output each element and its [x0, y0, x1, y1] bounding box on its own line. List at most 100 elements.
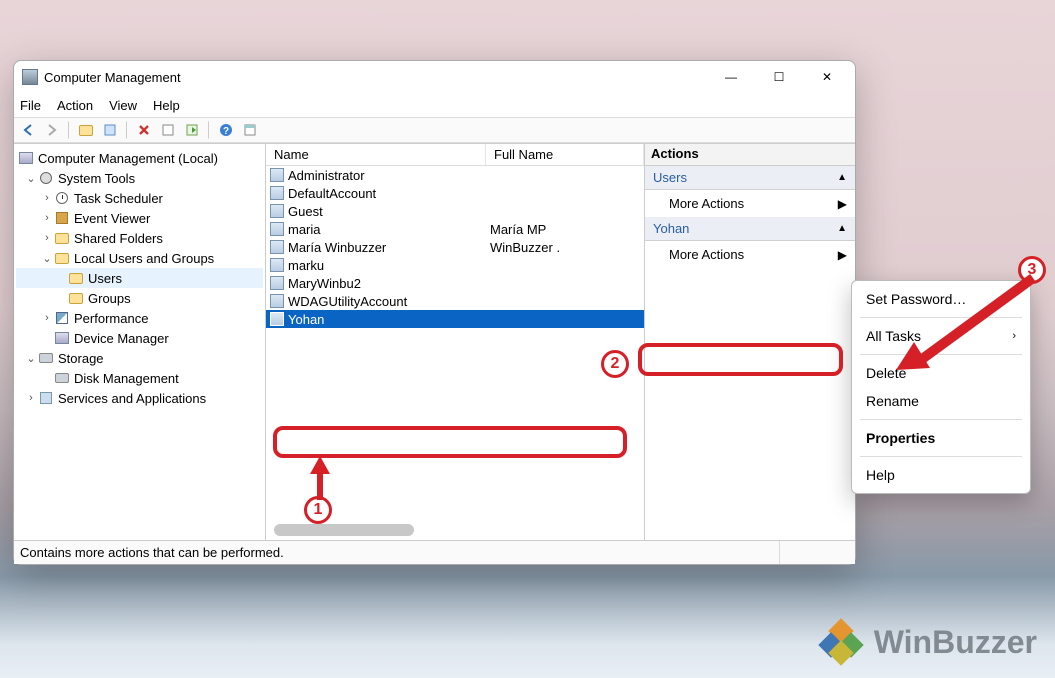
refresh-button[interactable] — [158, 120, 178, 140]
actions-section-label: Yohan — [653, 221, 689, 236]
titlebar[interactable]: Computer Management — ☐ ✕ — [14, 61, 855, 93]
watermark-text: WinBuzzer — [874, 624, 1037, 661]
minimize-button[interactable]: — — [711, 63, 751, 91]
expand-icon[interactable]: › — [40, 312, 54, 324]
tree-system-tools[interactable]: ⌄ System Tools — [16, 168, 263, 188]
cell-fullname: WinBuzzer . — [486, 240, 644, 255]
expand-icon[interactable]: › — [40, 192, 54, 204]
actions-section-yohan[interactable]: Yohan ▲ — [645, 217, 855, 241]
ctx-help[interactable]: Help — [852, 461, 1030, 489]
menu-view[interactable]: View — [109, 98, 137, 113]
ctx-rename[interactable]: Rename — [852, 387, 1030, 415]
watermark-logo-icon — [818, 622, 864, 662]
storage-icon — [38, 350, 54, 366]
tree-root[interactable]: Computer Management (Local) — [16, 148, 263, 168]
export-button[interactable] — [182, 120, 202, 140]
ctx-separator — [860, 456, 1022, 457]
actions-item-label: More Actions — [669, 196, 744, 211]
menu-file[interactable]: File — [20, 98, 41, 113]
book-icon — [54, 210, 70, 226]
delete-button[interactable] — [134, 120, 154, 140]
tree-shared-folders[interactable]: › Shared Folders — [16, 228, 263, 248]
ctx-separator — [860, 317, 1022, 318]
horizontal-scrollbar[interactable] — [274, 524, 414, 536]
actions-section-users[interactable]: Users ▲ — [645, 166, 855, 190]
tree-disk-management[interactable]: Disk Management — [16, 368, 263, 388]
user-icon — [270, 258, 284, 272]
folder-icon — [79, 125, 93, 136]
tree-services[interactable]: › Services and Applications — [16, 388, 263, 408]
list-row[interactable]: DefaultAccount — [266, 184, 644, 202]
expand-icon[interactable]: ⌄ — [24, 172, 38, 185]
list-row[interactable]: María WinbuzzerWinBuzzer . — [266, 238, 644, 256]
content-area: Computer Management (Local) ⌄ System Too… — [14, 143, 855, 540]
ctx-separator — [860, 419, 1022, 420]
services-icon — [38, 390, 54, 406]
tree-groups[interactable]: Groups — [16, 288, 263, 308]
svg-text:?: ? — [223, 126, 229, 137]
ctx-set-password[interactable]: Set Password… — [852, 285, 1030, 313]
tree-device-manager[interactable]: Device Manager — [16, 328, 263, 348]
actions-pane: Actions Users ▲ More Actions ▶ Yohan ▲ M… — [645, 144, 855, 540]
expand-icon[interactable]: › — [24, 392, 38, 404]
close-button[interactable]: ✕ — [807, 63, 847, 91]
tree-event-viewer[interactable]: › Event Viewer — [16, 208, 263, 228]
menu-help[interactable]: Help — [153, 98, 180, 113]
column-name[interactable]: Name — [266, 144, 486, 165]
list-row[interactable]: marku — [266, 256, 644, 274]
column-fullname[interactable]: Full Name — [486, 144, 644, 165]
tree-task-scheduler[interactable]: › Task Scheduler — [16, 188, 263, 208]
tree-label: Disk Management — [74, 371, 179, 386]
expand-icon[interactable]: › — [40, 212, 54, 224]
toolbar-sep1 — [68, 121, 70, 139]
help-button[interactable]: ? — [216, 120, 236, 140]
cell-name: Administrator — [266, 168, 486, 183]
tree-pane[interactable]: Computer Management (Local) ⌄ System Too… — [14, 144, 266, 540]
expand-icon[interactable]: ⌄ — [40, 252, 54, 265]
properties-button[interactable] — [100, 120, 120, 140]
menu-action[interactable]: Action — [57, 98, 93, 113]
window-title: Computer Management — [44, 70, 711, 85]
list-pane[interactable]: Name Full Name AdministratorDefaultAccou… — [266, 144, 645, 540]
context-menu: Set Password… All Tasks › Delete Rename … — [851, 280, 1031, 494]
expand-icon[interactable]: › — [40, 232, 54, 244]
list-row[interactable]: WDAGUtilityAccount — [266, 292, 644, 310]
statusbar-text: Contains more actions that can be perfor… — [20, 545, 284, 560]
collapse-icon: ▲ — [837, 172, 847, 183]
maximize-button[interactable]: ☐ — [759, 63, 799, 91]
cell-name-text: Yohan — [288, 312, 324, 327]
ctx-delete[interactable]: Delete — [852, 359, 1030, 387]
cell-fullname: María MP — [486, 222, 644, 237]
ctx-label: All Tasks — [866, 328, 921, 344]
list-row[interactable]: mariaMaría MP — [266, 220, 644, 238]
list-row[interactable]: Administrator — [266, 166, 644, 184]
back-button[interactable] — [18, 120, 38, 140]
ctx-label: Properties — [866, 430, 935, 446]
user-icon — [270, 168, 284, 182]
ctx-properties[interactable]: Properties — [852, 424, 1030, 452]
actions-more-users[interactable]: More Actions ▶ — [645, 190, 855, 217]
list-header: Name Full Name — [266, 144, 644, 166]
cell-name-text: WDAGUtilityAccount — [288, 294, 407, 309]
list-row[interactable]: Yohan — [266, 310, 644, 328]
up-folder-button[interactable] — [76, 120, 96, 140]
watermark: WinBuzzer — [818, 622, 1037, 662]
ctx-all-tasks[interactable]: All Tasks › — [852, 322, 1030, 350]
cell-name-text: Guest — [288, 204, 323, 219]
tree-performance[interactable]: › Performance — [16, 308, 263, 328]
tree-label: Shared Folders — [74, 231, 163, 246]
toolbar: ? — [14, 117, 855, 143]
actions-more-yohan[interactable]: More Actions ▶ — [645, 241, 855, 268]
list-row[interactable]: Guest — [266, 202, 644, 220]
view-button[interactable] — [240, 120, 260, 140]
cell-name: María Winbuzzer — [266, 240, 486, 255]
list-row[interactable]: MaryWinbu2 — [266, 274, 644, 292]
expand-icon[interactable]: ⌄ — [24, 352, 38, 365]
user-icon — [270, 240, 284, 254]
tree-storage[interactable]: ⌄ Storage — [16, 348, 263, 368]
tree-users[interactable]: Users — [16, 268, 263, 288]
forward-button[interactable] — [42, 120, 62, 140]
actions-section-label: Users — [653, 170, 687, 185]
tree-label: Event Viewer — [74, 211, 150, 226]
tree-local-users[interactable]: ⌄ Local Users and Groups — [16, 248, 263, 268]
